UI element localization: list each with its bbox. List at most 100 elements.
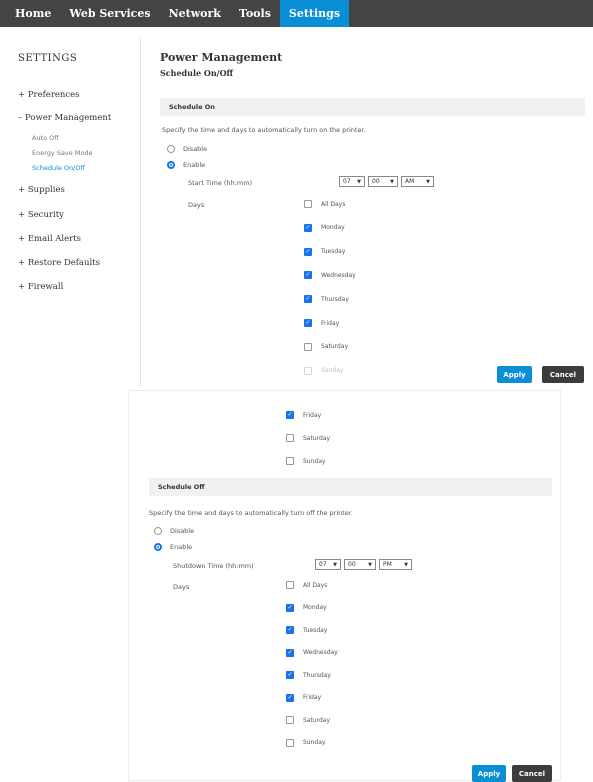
chevron-down-icon: ▼ — [404, 561, 408, 568]
radio-enable[interactable] — [167, 161, 175, 169]
sidebar-subitem-auto-off[interactable]: Auto Off — [32, 134, 59, 142]
apply-button[interactable]: Apply — [497, 366, 532, 383]
minute-select[interactable]: 00 ▼ — [344, 559, 376, 570]
shutdown-time-label: Shutdown Time (hh:mm) — [173, 562, 254, 570]
sidebar-item-firewall[interactable]: + Firewall — [18, 282, 63, 292]
sidebar-item-security[interactable]: + Security — [18, 210, 64, 220]
day-option-sunday[interactable]: Sunday — [286, 738, 326, 747]
day-option-thursday[interactable]: ✓ Thursday — [304, 295, 349, 304]
enable-label: Enable — [170, 543, 193, 551]
day-option-friday[interactable]: ✓ Friday — [286, 693, 321, 702]
nav-home[interactable]: Home — [6, 0, 60, 27]
day-label: Saturday — [303, 716, 331, 724]
ampm-select[interactable]: PM ▼ — [379, 559, 412, 570]
sidebar-subitem-energy-save[interactable]: Energy Save Mode — [32, 149, 93, 157]
radio-disable[interactable] — [167, 145, 175, 153]
minute-select[interactable]: 00 ▼ — [368, 176, 398, 187]
day-label: All Days — [321, 200, 346, 208]
nav-tools[interactable]: Tools — [230, 0, 280, 27]
checkbox-checked[interactable]: ✓ — [304, 247, 312, 256]
checkbox-checked[interactable]: ✓ — [304, 319, 312, 327]
day-label: Sunday — [303, 457, 326, 465]
day-option-friday[interactable]: ✓ Friday — [304, 319, 339, 327]
nav-settings[interactable]: Settings — [279, 0, 350, 27]
radio-disable[interactable] — [154, 527, 162, 535]
apply-button[interactable]: Apply — [472, 765, 506, 782]
day-option-monday[interactable]: ✓ Monday — [304, 223, 345, 232]
checkbox-unchecked[interactable] — [304, 366, 312, 375]
day-option-thursday[interactable]: ✓ Thursday — [286, 671, 331, 679]
schedule-off-description: Specify the time and days to automatical… — [149, 509, 353, 517]
checkbox-checked[interactable]: ✓ — [286, 671, 294, 679]
nav-network[interactable]: Network — [160, 0, 230, 27]
day-option-sunday[interactable]: Sunday — [286, 457, 325, 465]
day-option-wednesday[interactable]: ✓ Wednesday — [286, 648, 338, 657]
checkbox-unchecked[interactable] — [304, 200, 312, 208]
checkbox-unchecked[interactable] — [286, 738, 294, 747]
sidebar-item-preferences[interactable]: + Preferences — [18, 90, 80, 100]
day-label: Friday — [321, 319, 340, 327]
sidebar-item-supplies[interactable]: + Supplies — [18, 185, 65, 195]
day-option-all-days[interactable]: All Days — [304, 200, 345, 208]
sidebar-item-power-management[interactable]: – Power Management — [18, 113, 111, 123]
start-time-selects: 07 ▼ 00 ▼ AM ▼ — [339, 176, 434, 187]
page-subtitle: Schedule On/Off — [160, 68, 234, 78]
day-option-all-days[interactable]: All Days — [286, 581, 327, 589]
start-time-label: Start Time (hh:mm) — [188, 179, 253, 187]
nav-web-services[interactable]: Web Services — [60, 0, 159, 27]
chevron-down-icon: ▼ — [390, 178, 394, 185]
chevron-down-icon: ▼ — [333, 561, 337, 568]
checkbox-checked[interactable]: ✓ — [286, 648, 294, 657]
day-option-monday[interactable]: ✓ Monday — [286, 603, 327, 612]
disable-label: Disable — [170, 527, 195, 535]
page-title: Power Management — [160, 51, 283, 64]
day-option-wednesday[interactable]: ✓ Wednesday — [304, 271, 356, 280]
sidebar-item-email-alerts[interactable]: + Email Alerts — [18, 234, 81, 244]
checkbox-checked[interactable]: ✓ — [286, 603, 294, 612]
schedule-on-enable-option[interactable]: Enable — [167, 161, 205, 169]
checkbox-checked[interactable]: ✓ — [304, 271, 312, 280]
minute-value: 00 — [348, 561, 356, 568]
checkbox-checked[interactable]: ✓ — [286, 411, 294, 419]
day-option-friday[interactable]: ✓ Friday — [286, 411, 321, 419]
day-option-sunday[interactable]: Sunday — [304, 366, 343, 375]
schedule-on-disable-option[interactable]: Disable — [167, 145, 207, 153]
enable-label: Enable — [183, 161, 206, 169]
day-option-saturday[interactable]: Saturday — [286, 434, 330, 442]
day-label: Thursday — [303, 671, 331, 679]
checkbox-checked[interactable]: ✓ — [304, 223, 312, 232]
day-label: Monday — [321, 224, 345, 232]
chevron-down-icon: ▼ — [368, 561, 372, 568]
cancel-button[interactable]: Cancel — [512, 765, 552, 782]
schedule-off-disable-option[interactable]: Disable — [154, 527, 194, 535]
day-label: Sunday — [303, 739, 326, 746]
day-option-tuesday[interactable]: ✓ Tuesday — [286, 626, 327, 634]
day-label: Friday — [303, 411, 322, 419]
hour-select[interactable]: 07 ▼ — [315, 559, 341, 570]
radio-enable[interactable] — [154, 543, 162, 551]
days-label: Days — [188, 201, 205, 209]
schedule-off-enable-option[interactable]: Enable — [154, 543, 192, 551]
day-label: Saturday — [303, 434, 331, 442]
hour-select[interactable]: 07 ▼ — [339, 176, 365, 187]
checkbox-checked[interactable]: ✓ — [286, 626, 294, 634]
settings-sidebar: SETTINGS + Preferences – Power Managemen… — [0, 37, 141, 386]
days-label: Days — [173, 583, 190, 591]
checkbox-unchecked[interactable] — [286, 434, 294, 442]
day-label: Wednesday — [321, 271, 356, 279]
checkbox-unchecked[interactable] — [304, 342, 312, 351]
checkbox-unchecked[interactable] — [286, 457, 294, 465]
sidebar-item-restore-defaults[interactable]: + Restore Defaults — [18, 258, 100, 268]
hour-value: 07 — [343, 178, 351, 185]
checkbox-unchecked[interactable] — [286, 581, 294, 589]
day-option-saturday[interactable]: Saturday — [304, 342, 348, 351]
checkbox-checked[interactable]: ✓ — [304, 295, 312, 304]
day-option-tuesday[interactable]: ✓ Tuesday — [304, 247, 345, 256]
checkbox-checked[interactable]: ✓ — [286, 693, 294, 702]
checkbox-unchecked[interactable] — [286, 716, 294, 724]
day-option-saturday[interactable]: Saturday — [286, 716, 330, 724]
hour-value: 07 — [319, 561, 327, 568]
ampm-select[interactable]: AM ▼ — [401, 176, 434, 187]
sidebar-subitem-schedule-on-off[interactable]: Schedule On/Off — [32, 164, 85, 172]
cancel-button[interactable]: Cancel — [542, 366, 584, 383]
